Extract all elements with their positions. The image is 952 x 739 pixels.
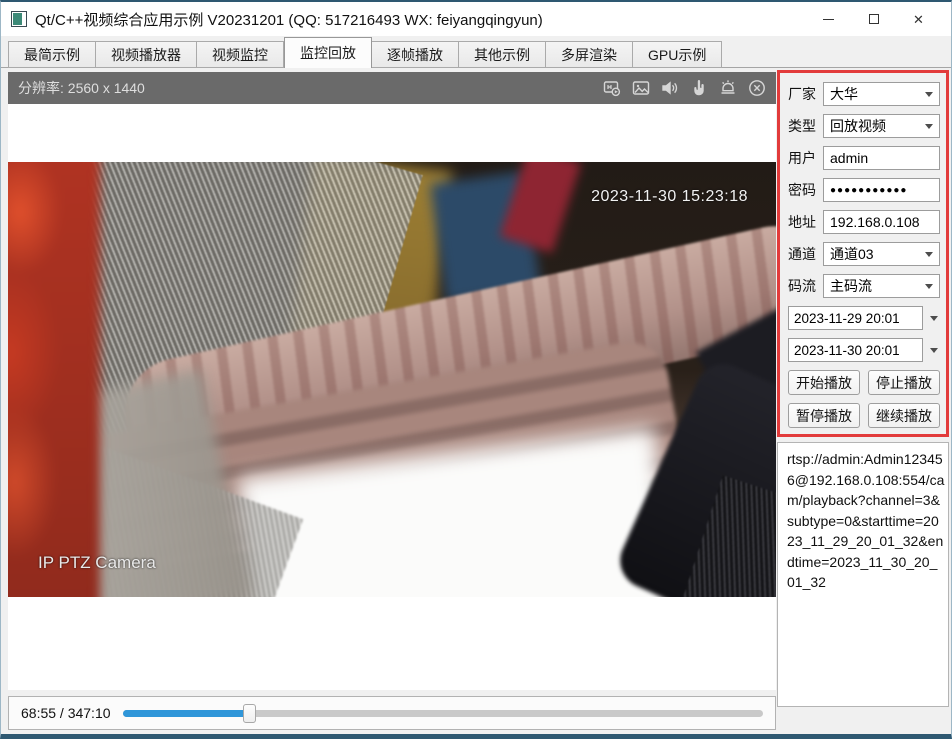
username-label: 用户	[788, 148, 819, 168]
username-value: admin	[830, 150, 868, 166]
form-row-stream: 码流 主码流	[788, 274, 940, 298]
close-stream-icon[interactable]	[746, 77, 768, 99]
type-value: 回放视频	[830, 116, 886, 136]
form-row-password: 密码 ●●●●●●●●●●●	[788, 178, 940, 202]
start-datetime-input[interactable]: 2023-11-29 20:01	[788, 306, 923, 330]
form-row-channel: 通道 通道03	[788, 242, 940, 266]
camera-name-overlay: IP PTZ Camera	[38, 553, 156, 573]
tab-multi-screen-render[interactable]: 多屏渲染	[546, 41, 633, 68]
window-title: Qt/C++视频综合应用示例 V20231201 (QQ: 517216493 …	[35, 9, 543, 30]
stop-playback-button[interactable]: 停止播放	[868, 370, 940, 395]
tab-bar: 最简示例 视频播放器 视频监控 监控回放 逐帧播放 其他示例 多屏渲染 GPU示…	[1, 36, 951, 68]
pause-playback-button[interactable]: 暂停播放	[788, 403, 860, 428]
form-row-address: 地址 192.168.0.108	[788, 210, 940, 234]
stream-label: 码流	[788, 276, 819, 296]
rtsp-url-textarea[interactable]: rtsp://admin:Admin123456@192.168.0.108:5…	[777, 442, 949, 707]
video-scene-layer	[8, 162, 100, 597]
seek-slider-fill	[123, 710, 250, 717]
title-bar: Qt/C++视频综合应用示例 V20231201 (QQ: 517216493 …	[1, 2, 951, 36]
end-datetime-dropdown[interactable]	[923, 338, 940, 362]
tab-video-player[interactable]: 视频播放器	[96, 41, 197, 68]
resolution-label: 分辨率: 2560 x 1440	[18, 78, 601, 98]
tab-other-examples[interactable]: 其他示例	[459, 41, 546, 68]
record-icon[interactable]	[601, 77, 623, 99]
channel-label: 通道	[788, 244, 819, 264]
password-label: 密码	[788, 180, 819, 200]
video-frame[interactable]: 2023-11-30 15:23:18 IP PTZ Camera	[8, 162, 776, 597]
start-datetime-value: 2023-11-29 20:01	[794, 311, 900, 326]
chevron-down-icon	[925, 252, 933, 257]
username-input[interactable]: admin	[823, 146, 940, 170]
password-value: ●●●●●●●●●●●	[830, 185, 907, 196]
form-row-manufacturer: 厂家 大华	[788, 82, 940, 106]
tab-frame-playback[interactable]: 逐帧播放	[372, 41, 459, 68]
password-input[interactable]: ●●●●●●●●●●●	[823, 178, 940, 202]
playback-buttons-row-1: 开始播放 停止播放	[788, 370, 940, 395]
window-controls: ✕	[806, 2, 941, 36]
chevron-down-icon	[925, 284, 933, 289]
start-datetime-row: 2023-11-29 20:01	[788, 306, 940, 330]
tab-monitor-playback[interactable]: 监控回放	[284, 37, 372, 68]
close-button[interactable]: ✕	[896, 2, 941, 36]
seek-slider-handle[interactable]	[243, 704, 256, 723]
alarm-icon[interactable]	[717, 77, 739, 99]
tab-gpu-example[interactable]: GPU示例	[633, 41, 722, 68]
snapshot-icon[interactable]	[630, 77, 652, 99]
end-datetime-row: 2023-11-30 20:01	[788, 338, 940, 362]
type-label: 类型	[788, 116, 819, 136]
video-timestamp-overlay: 2023-11-30 15:23:18	[591, 188, 748, 206]
channel-value: 通道03	[830, 244, 874, 264]
volume-icon[interactable]	[659, 77, 681, 99]
maximize-icon	[869, 14, 879, 24]
manufacturer-label: 厂家	[788, 84, 819, 104]
stream-select[interactable]: 主码流	[823, 274, 940, 298]
start-datetime-dropdown[interactable]	[923, 306, 940, 330]
ptz-hand-icon[interactable]	[688, 77, 710, 99]
start-playback-button[interactable]: 开始播放	[788, 370, 860, 395]
tab-video-monitor[interactable]: 视频监控	[197, 41, 284, 68]
stream-value: 主码流	[830, 276, 872, 296]
chevron-down-icon	[925, 124, 933, 129]
playback-buttons-row-2: 暂停播放 继续播放	[788, 403, 940, 428]
form-row-type: 类型 回放视频	[788, 114, 940, 138]
close-icon: ✕	[913, 13, 924, 26]
tab-minimal-example[interactable]: 最简示例	[8, 41, 96, 68]
channel-select[interactable]: 通道03	[823, 242, 940, 266]
resume-playback-button[interactable]: 继续播放	[868, 403, 940, 428]
video-panel: 分辨率: 2560 x 1440	[8, 72, 776, 690]
chevron-down-icon	[930, 348, 938, 353]
minimize-button[interactable]	[806, 2, 851, 36]
type-select[interactable]: 回放视频	[823, 114, 940, 138]
chevron-down-icon	[930, 316, 938, 321]
playback-seek-bar: 68:55 / 347:10	[8, 696, 776, 730]
playback-control-panel: 厂家 大华 类型 回放视频 用户 admin 密码 ●●●●●●●●●●●	[777, 70, 949, 707]
playback-time-label: 68:55 / 347:10	[21, 705, 111, 721]
video-osd-bar: 分辨率: 2560 x 1440	[8, 72, 776, 104]
app-icon	[11, 11, 27, 27]
manufacturer-select[interactable]: 大华	[823, 82, 940, 106]
address-label: 地址	[788, 212, 819, 232]
end-datetime-input[interactable]: 2023-11-30 20:01	[788, 338, 923, 362]
address-input[interactable]: 192.168.0.108	[823, 210, 940, 234]
manufacturer-value: 大华	[830, 84, 858, 104]
end-datetime-value: 2023-11-30 20:01	[794, 343, 900, 358]
chevron-down-icon	[925, 92, 933, 97]
maximize-button[interactable]	[851, 2, 896, 36]
minimize-icon	[823, 19, 834, 20]
seek-slider[interactable]	[123, 703, 763, 723]
address-value: 192.168.0.108	[830, 214, 920, 230]
connection-form: 厂家 大华 类型 回放视频 用户 admin 密码 ●●●●●●●●●●●	[777, 70, 949, 437]
video-toolbar	[601, 77, 768, 99]
form-row-username: 用户 admin	[788, 146, 940, 170]
